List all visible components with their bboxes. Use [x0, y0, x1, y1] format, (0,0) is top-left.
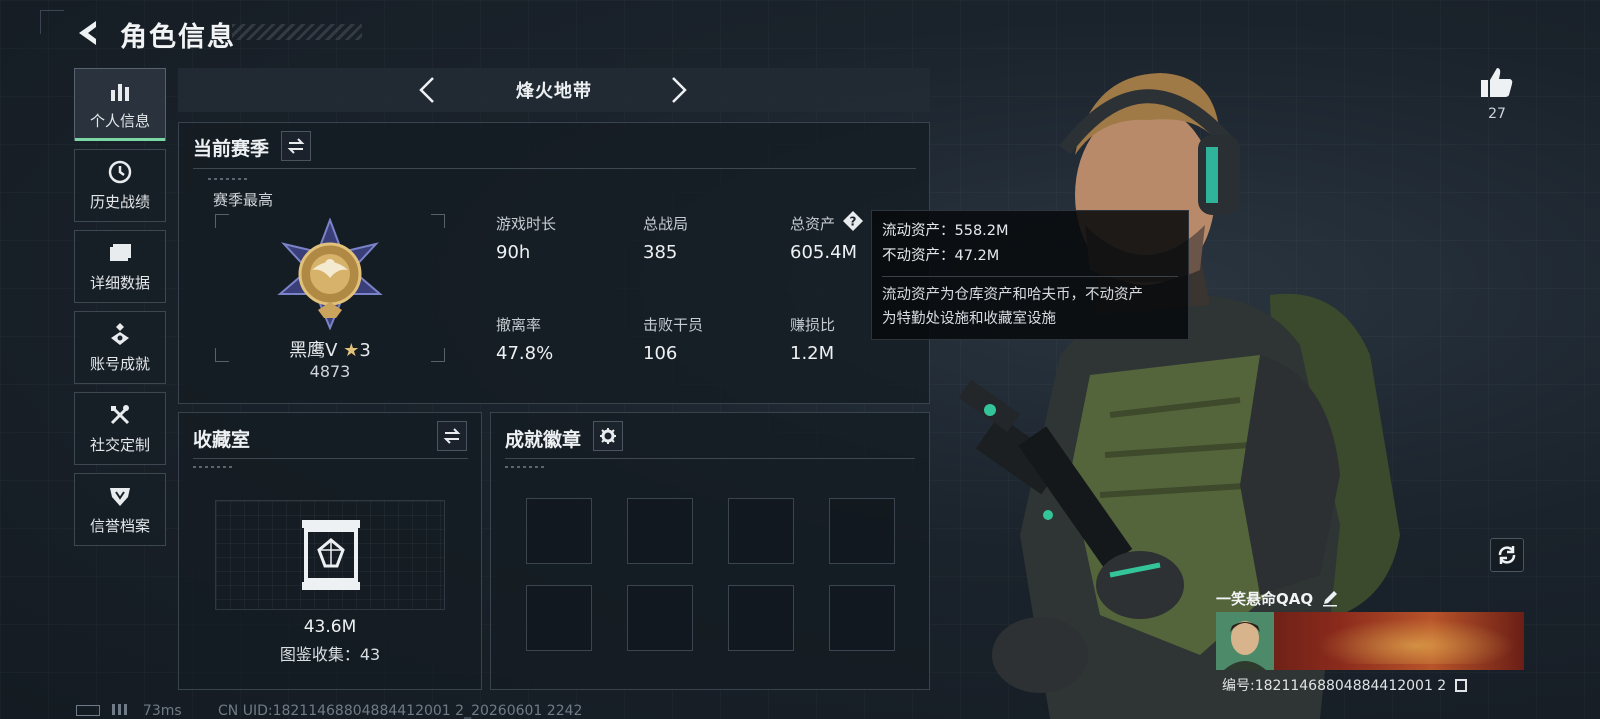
stat-label-total-matches: 总战局: [643, 215, 689, 233]
swap-icon: [287, 138, 305, 154]
copy-icon[interactable]: [1454, 679, 1467, 692]
badge-slot[interactable]: [627, 498, 693, 564]
like-count: 27: [1488, 106, 1506, 122]
badges-settings-button[interactable]: [593, 421, 623, 451]
rank-name-row: 黑鹰V ★3: [260, 336, 400, 362]
season-divider: [193, 168, 916, 169]
tooltip-description-line1: 流动资产为仓库资产和哈夫币，不动资产: [882, 287, 1143, 303]
stat-value-extract-rate: 47.8%: [496, 343, 554, 364]
side-nav: 个人信息 历史战绩 详细数据 账号成就 社交定制 信誉档案: [74, 68, 166, 554]
mode-name: 烽火地带: [516, 81, 592, 102]
folder-icon: [110, 244, 131, 261]
achievement-icon: [111, 323, 129, 345]
player-namecard[interactable]: [1216, 612, 1524, 670]
stat-label-playtime: 游戏时长: [496, 215, 557, 233]
badges-title: 成就徽章: [505, 429, 582, 451]
badge-slot[interactable]: [728, 585, 794, 651]
corner-decoration: [40, 10, 64, 34]
page-title: 角色信息: [120, 22, 236, 53]
decoration-dashes: [193, 466, 233, 468]
sidebar-item-reputation[interactable]: 信誉档案: [74, 473, 166, 546]
rotate-view-button[interactable]: [1490, 538, 1524, 572]
tools-icon: [110, 405, 130, 425]
mode-selector: 烽火地带: [178, 68, 930, 112]
stat-label-total-assets: 总资产: [790, 215, 836, 233]
svg-text:?: ?: [850, 215, 857, 229]
season-title: 当前赛季: [193, 138, 270, 160]
battery-icon: [76, 705, 100, 716]
badge-slot[interactable]: [526, 585, 592, 651]
sidebar-item-label: 信誉档案: [89, 517, 150, 535]
rank-eagle-badge-icon: [277, 218, 383, 330]
thumbs-up-icon[interactable]: [1479, 65, 1515, 101]
tooltip-divider: [882, 276, 1178, 277]
badges-divider: [505, 458, 915, 459]
collection-title: 收藏室: [193, 429, 251, 451]
vault-icon: [302, 520, 360, 590]
sidebar-item-label: 社交定制: [89, 436, 150, 454]
collection-divider: [193, 458, 468, 459]
namecard-artwork: [1316, 618, 1516, 664]
sidebar-item-label: 账号成就: [89, 355, 150, 373]
sidebar-item-label: 历史战绩: [89, 193, 150, 211]
decoration-dashes: [208, 178, 248, 180]
bar-chart-icon: [111, 84, 129, 101]
player-id: 编号:18211468804884412001 2: [1222, 678, 1447, 694]
stat-label-profit-loss: 赚损比: [790, 316, 836, 334]
badge-slot[interactable]: [728, 498, 794, 564]
sidebar-item-label: 详细数据: [89, 274, 150, 292]
sidebar-item-achievements[interactable]: 账号成就: [74, 311, 166, 384]
asset-help-icon[interactable]: ?: [842, 210, 864, 232]
sidebar-item-personal-info[interactable]: 个人信息: [74, 68, 166, 141]
stat-value-kills: 106: [643, 343, 678, 364]
refresh-icon: [1498, 546, 1516, 564]
collection-count: 图鉴收集：43: [279, 645, 381, 664]
player-name: 一笑悬命QAQ: [1216, 589, 1314, 608]
season-switch-button[interactable]: [281, 131, 311, 161]
sidebar-item-social-custom[interactable]: 社交定制: [74, 392, 166, 465]
badge-slot[interactable]: [526, 498, 592, 564]
badge-slot[interactable]: [829, 498, 895, 564]
sidebar-item-detail-data[interactable]: 详细数据: [74, 230, 166, 303]
badge-slot[interactable]: [829, 585, 895, 651]
gear-icon: [600, 428, 616, 444]
decoration-dashes: [505, 466, 545, 468]
signal-icon: [112, 704, 131, 715]
stat-value-playtime: 90h: [496, 242, 531, 263]
chevron-left-icon[interactable]: [414, 76, 442, 104]
avatar[interactable]: [1216, 612, 1274, 670]
tooltip-description-line2: 为特勤处设施和收藏室设施: [882, 311, 1056, 327]
swap-icon: [443, 428, 461, 444]
uid-text: CN UID:18211468804884412001 2_20260601 2…: [218, 703, 583, 719]
chevron-right-icon[interactable]: [664, 76, 692, 104]
stat-value-total-assets: 605.4M: [790, 242, 858, 263]
player-name-row: 一笑悬命QAQ: [1216, 584, 1339, 612]
assets-tooltip: 流动资产：558.2M 不动资产：47.2M 流动资产为仓库资产和哈夫币，不动资…: [871, 210, 1189, 340]
edit-pencil-icon[interactable]: [1321, 589, 1339, 607]
stat-label-extract-rate: 撤离率: [496, 316, 542, 334]
back-arrow-icon[interactable]: [74, 18, 104, 48]
star-icon: ★: [343, 340, 360, 361]
tooltip-liquid-assets: 流动资产：558.2M: [882, 223, 1009, 239]
collection-value: 43.6M: [303, 617, 357, 637]
season-best-label: 赛季最高: [213, 191, 274, 209]
sidebar-item-history[interactable]: 历史战绩: [74, 149, 166, 222]
player-id-row: 编号:18211468804884412001 2: [1222, 675, 1467, 695]
rank-name: 黑鹰V: [289, 340, 338, 361]
collection-switch-button[interactable]: [437, 421, 467, 451]
title-decoration: [232, 24, 362, 40]
tooltip-fixed-assets: 不动资产：47.2M: [882, 248, 1000, 264]
sidebar-item-label: 个人信息: [89, 112, 150, 130]
stat-label-kills: 击败干员: [643, 316, 704, 334]
shield-icon: [110, 488, 130, 506]
rank-stars: 3: [359, 340, 371, 361]
stat-value-total-matches: 385: [643, 242, 678, 263]
ping-value: 73ms: [142, 703, 182, 719]
avatar-portrait-icon: [1216, 612, 1274, 670]
rank-score: 4873: [309, 362, 351, 381]
badge-slot[interactable]: [627, 585, 693, 651]
status-bar: 73ms: [76, 703, 182, 719]
history-icon: [108, 160, 132, 184]
stat-value-profit-loss: 1.2M: [790, 343, 835, 364]
